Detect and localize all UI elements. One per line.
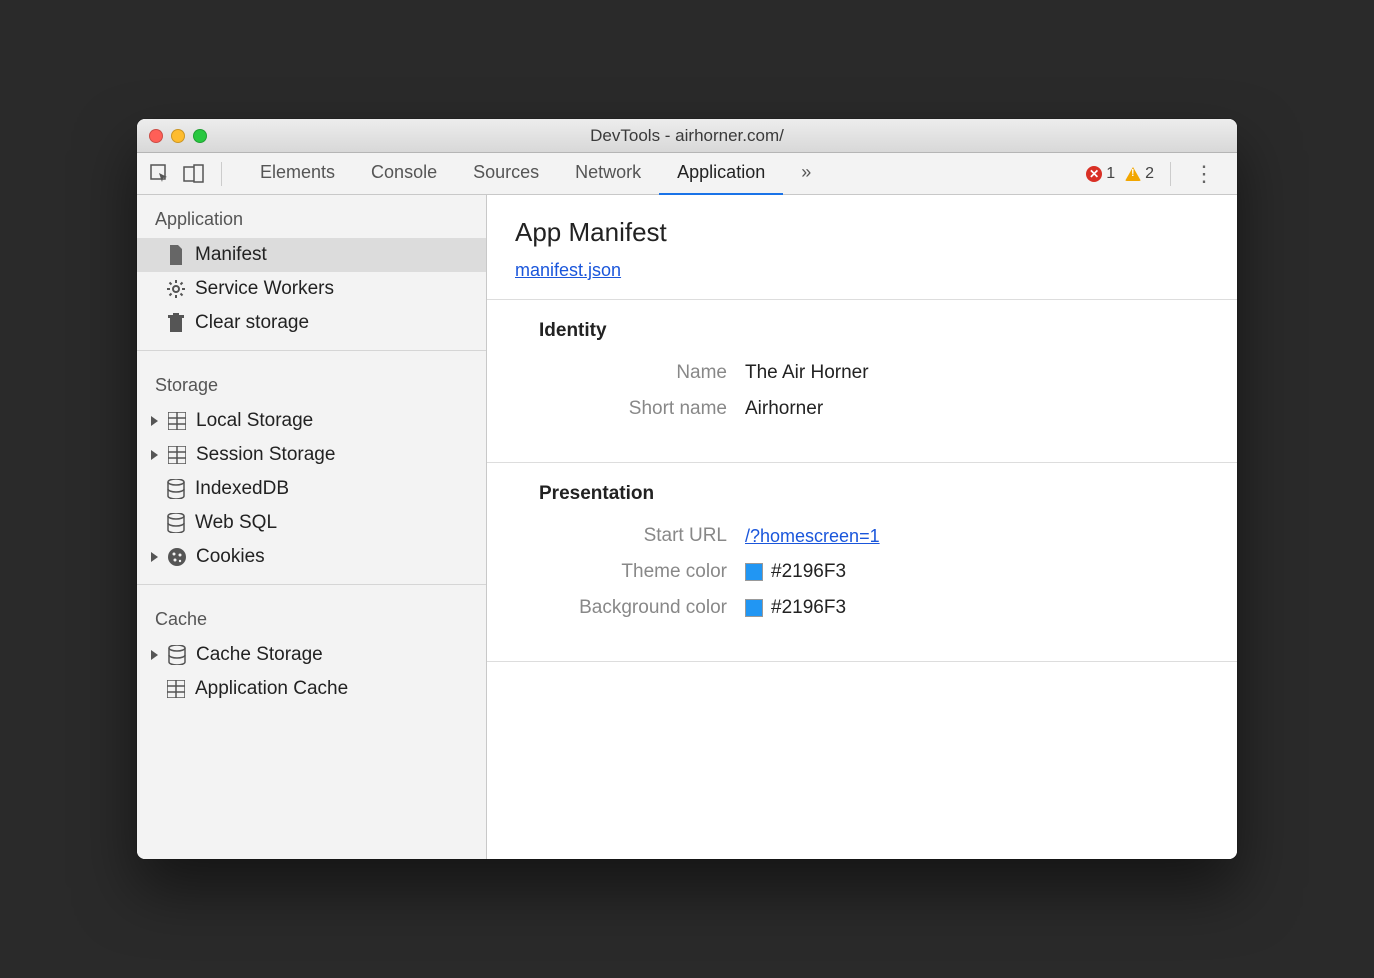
sidebar-item-local-storage[interactable]: Local Storage — [137, 404, 486, 438]
inspect-element-icon[interactable] — [147, 161, 173, 187]
identity-heading: Identity — [515, 320, 1209, 342]
warnings-count: 2 — [1145, 165, 1154, 183]
body: Application Manifest Service Workers Cle… — [137, 195, 1237, 859]
identity-section: Identity Name The Air Horner Short name … — [487, 300, 1237, 463]
background-color-value: #2196F3 — [771, 597, 846, 619]
disclosure-triangle-icon[interactable] — [151, 552, 158, 562]
name-value: The Air Horner — [745, 362, 869, 384]
sidebar-item-label: Clear storage — [195, 312, 309, 334]
sidebar-separator — [137, 584, 486, 585]
main-panel: App Manifest manifest.json Identity Name… — [487, 195, 1237, 859]
sidebar-separator — [137, 350, 486, 351]
db-icon — [165, 512, 187, 534]
identity-short-name-row: Short name Airhorner — [515, 398, 1209, 420]
sidebar-item-cookies[interactable]: Cookies — [137, 540, 486, 574]
background-color-row: Background color #2196F3 — [515, 597, 1209, 619]
tab-overflow[interactable]: » — [783, 152, 829, 196]
sidebar-item-clear-storage[interactable]: Clear storage — [137, 306, 486, 340]
sidebar-section-application: Application — [137, 195, 486, 238]
tab-application[interactable]: Application — [659, 152, 783, 196]
sidebar-item-application-cache[interactable]: Application Cache — [137, 672, 486, 706]
sidebar-item-cache-storage[interactable]: Cache Storage — [137, 638, 486, 672]
sidebar-item-service-workers[interactable]: Service Workers — [137, 272, 486, 306]
sidebar-item-label: Session Storage — [196, 444, 335, 466]
start-url-row: Start URL /?homescreen=1 — [515, 525, 1209, 547]
sidebar-item-manifest[interactable]: Manifest — [137, 238, 486, 272]
devtools-window: DevTools - airhorner.com/ Elements Conso… — [137, 119, 1237, 859]
start-url-link[interactable]: /?homescreen=1 — [745, 526, 880, 547]
minimize-window-button[interactable] — [171, 129, 185, 143]
sidebar: Application Manifest Service Workers Cle… — [137, 195, 487, 859]
zoom-window-button[interactable] — [193, 129, 207, 143]
main-header: App Manifest manifest.json — [487, 195, 1237, 300]
cookie-icon — [166, 546, 188, 568]
presentation-section: Presentation Start URL /?homescreen=1 Th… — [487, 463, 1237, 662]
sidebar-item-label: Manifest — [195, 244, 267, 266]
gear-icon — [165, 278, 187, 300]
titlebar: DevTools - airhorner.com/ — [137, 119, 1237, 153]
file-icon — [165, 244, 187, 266]
panel-tabs: Elements Console Sources Network Applica… — [242, 152, 829, 196]
disclosure-triangle-icon[interactable] — [151, 650, 158, 660]
sidebar-item-label: Application Cache — [195, 678, 348, 700]
warnings-badge[interactable]: 2 — [1125, 165, 1154, 183]
tab-console[interactable]: Console — [353, 152, 455, 196]
sidebar-item-label: Service Workers — [195, 278, 334, 300]
sidebar-item-label: Cache Storage — [196, 644, 323, 666]
traffic-lights — [149, 129, 207, 143]
db-icon — [165, 478, 187, 500]
tab-network[interactable]: Network — [557, 152, 659, 196]
tab-elements[interactable]: Elements — [242, 152, 353, 196]
tab-sources[interactable]: Sources — [455, 152, 557, 196]
grid-icon — [165, 678, 187, 700]
sidebar-section-storage: Storage — [137, 361, 486, 404]
sidebar-item-web-sql[interactable]: Web SQL — [137, 506, 486, 540]
theme-color-value: #2196F3 — [771, 561, 846, 583]
toolbar-separator — [221, 162, 222, 186]
theme-color-row: Theme color #2196F3 — [515, 561, 1209, 583]
sidebar-item-label: Web SQL — [195, 512, 277, 534]
theme-color-label: Theme color — [515, 561, 745, 583]
toolbar: Elements Console Sources Network Applica… — [137, 153, 1237, 195]
short-name-label: Short name — [515, 398, 745, 420]
presentation-heading: Presentation — [515, 483, 1209, 505]
start-url-label: Start URL — [515, 525, 745, 547]
db-icon — [166, 644, 188, 666]
sidebar-item-indexeddb[interactable]: IndexedDB — [137, 472, 486, 506]
manifest-link[interactable]: manifest.json — [515, 260, 621, 280]
errors-count: 1 — [1106, 165, 1115, 183]
toolbar-separator — [1170, 162, 1171, 186]
identity-name-row: Name The Air Horner — [515, 362, 1209, 384]
toolbar-right: ✕ 1 2 ⋮ — [1086, 161, 1227, 187]
warning-icon — [1125, 167, 1141, 181]
error-icon: ✕ — [1086, 166, 1102, 182]
background-color-swatch — [745, 599, 763, 617]
grid-icon — [166, 410, 188, 432]
disclosure-triangle-icon[interactable] — [151, 416, 158, 426]
short-name-value: Airhorner — [745, 398, 823, 420]
window-title: DevTools - airhorner.com/ — [137, 126, 1237, 146]
disclosure-triangle-icon[interactable] — [151, 450, 158, 460]
theme-color-swatch — [745, 563, 763, 581]
sidebar-item-session-storage[interactable]: Session Storage — [137, 438, 486, 472]
background-color-label: Background color — [515, 597, 745, 619]
name-label: Name — [515, 362, 745, 384]
settings-menu-icon[interactable]: ⋮ — [1187, 161, 1221, 187]
sidebar-item-label: IndexedDB — [195, 478, 289, 500]
trash-icon — [165, 312, 187, 334]
sidebar-section-cache: Cache — [137, 595, 486, 638]
device-toggle-icon[interactable] — [181, 161, 207, 187]
sidebar-item-label: Cookies — [196, 546, 265, 568]
grid-icon — [166, 444, 188, 466]
page-title: App Manifest — [515, 217, 1209, 248]
errors-badge[interactable]: ✕ 1 — [1086, 165, 1115, 183]
sidebar-item-label: Local Storage — [196, 410, 313, 432]
close-window-button[interactable] — [149, 129, 163, 143]
